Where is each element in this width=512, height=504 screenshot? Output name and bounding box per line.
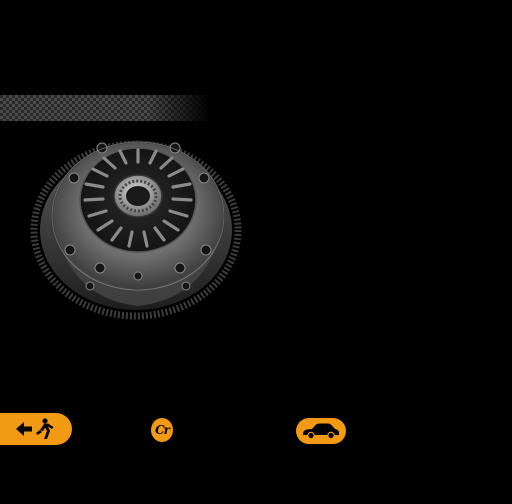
car-button[interactable] xyxy=(296,418,346,444)
copyright-button[interactable]: Cr xyxy=(151,418,173,442)
car-icon xyxy=(303,423,339,440)
exit-button[interactable] xyxy=(0,413,72,445)
exit-arrow-running-person-icon xyxy=(16,418,54,439)
page: Cr xyxy=(0,0,512,504)
clutch-image xyxy=(30,140,242,320)
copyright-button-label: Cr xyxy=(155,423,170,437)
